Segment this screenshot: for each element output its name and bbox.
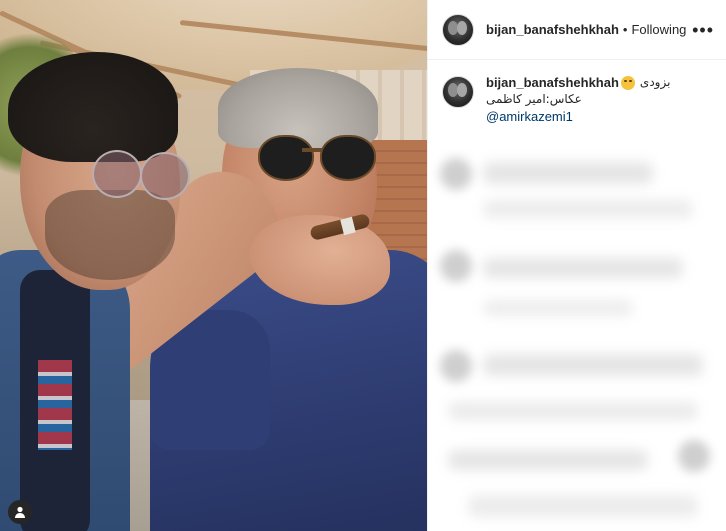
blurred-comment [448,450,648,470]
post-photo[interactable] [0,0,427,531]
author-username[interactable]: bijan_banafshehkhah [486,22,619,37]
post-sidebar: bijan_banafshehkhah • Following ••• bija… [427,0,726,531]
winking-face-icon [620,75,635,90]
ellipsis-icon[interactable]: ••• [692,21,714,39]
blurred-comment [483,300,633,316]
blurred-comment [483,258,683,278]
blurred-avatar [440,350,472,382]
blurred-comment [448,402,698,420]
blurred-comment [483,354,703,376]
caption-line: bijan_banafshehkhah بزودی [486,74,670,91]
header-separator: • [622,22,628,37]
post-caption: bijan_banafshehkhah بزودی عکاس:امیر کاظم… [428,60,726,125]
caption-photographer: عکاس:امیر کاظمی [486,92,582,106]
sunglasses-bridge [302,148,322,152]
man-left-beard [45,190,175,280]
round-glasses-lens-right [140,152,190,200]
instagram-post: bijan_banafshehkhah • Following ••• bija… [0,0,726,531]
post-header: bijan_banafshehkhah • Following ••• [428,0,726,60]
caption-username[interactable]: bijan_banafshehkhah [486,74,619,91]
avatar[interactable] [442,76,474,108]
sunglasses-lens-right [320,135,376,181]
caption-text: بزودی [639,75,671,89]
user-tag-icon[interactable] [8,500,32,524]
sunglasses-lens-left [258,135,314,181]
blurred-comment [468,495,698,517]
blurred-comment [483,162,653,184]
blurred-avatar [440,158,472,190]
round-glasses-lens-left [92,150,142,198]
man-left-shirt-print [38,360,72,450]
blurred-avatar [440,250,472,282]
mention-link[interactable]: @amirkazemi1 [486,109,573,124]
blurred-comments [428,140,726,531]
blurred-comment [483,200,693,218]
man-left-hair [8,52,178,162]
avatar[interactable] [442,13,474,46]
caption-body: bijan_banafshehkhah بزودی عکاس:امیر کاظم… [486,74,670,125]
blurred-avatar [678,440,710,472]
following-button[interactable]: Following [631,22,686,37]
